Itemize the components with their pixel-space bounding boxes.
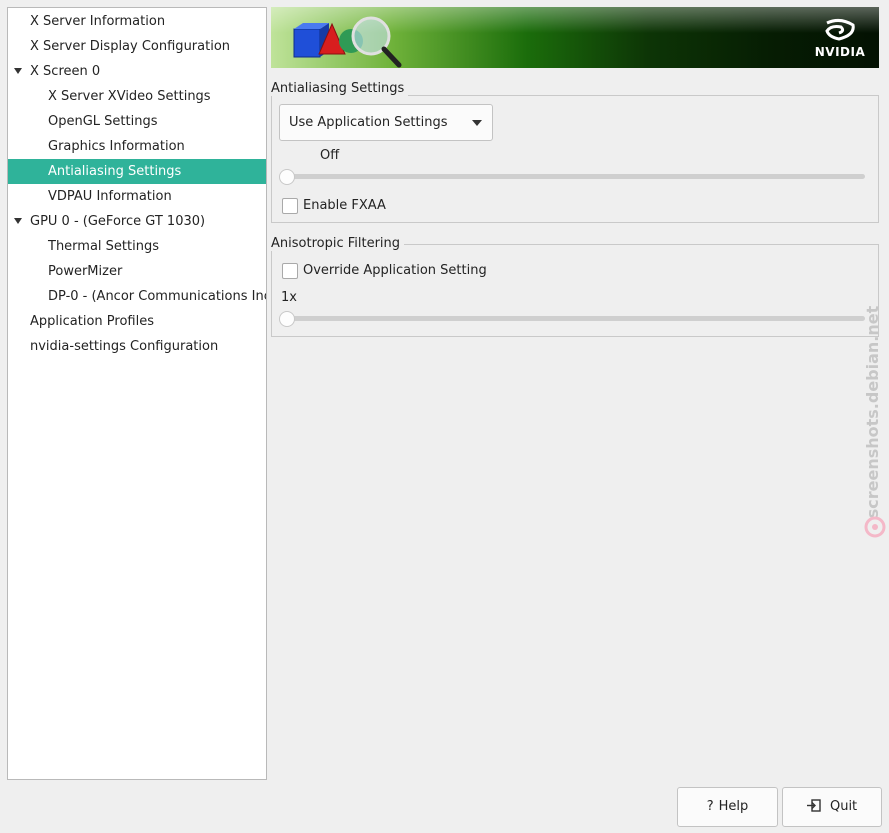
antialiasing-banner-icon (293, 16, 402, 68)
sidebar-item-nvidia-settings-configuration[interactable]: nvidia-settings Configuration (8, 334, 266, 359)
nvidia-wordmark: NVIDIA (814, 45, 866, 59)
antialiasing-slider-value: Off (320, 148, 340, 163)
sidebar-item-label: OpenGL Settings (48, 114, 158, 129)
sidebar-item-label: DP-0 - (Ancor Communications Inc ASUS VS… (48, 289, 266, 304)
sidebar-item-opengl-settings[interactable]: OpenGL Settings (8, 109, 266, 134)
help-button[interactable]: ? Help (677, 787, 778, 827)
debian-swirl-icon (864, 516, 886, 538)
antialiasing-mode-value: Use Application Settings (289, 115, 448, 130)
help-button-label: Help (718, 799, 749, 814)
expander-down-icon[interactable] (14, 218, 22, 224)
antialiasing-slider[interactable] (287, 174, 865, 179)
anisotropic-slider-handle[interactable] (279, 311, 295, 327)
anisotropic-frame (271, 244, 879, 337)
sidebar-item-x-server-display-configuration[interactable]: X Server Display Configuration (8, 34, 266, 59)
help-icon: ? (706, 799, 714, 814)
sidebar-item-label: X Server Display Configuration (30, 39, 231, 54)
sidebar-item-label: VDPAU Information (48, 189, 172, 204)
enable-fxaa-checkbox[interactable] (282, 198, 298, 214)
expander-down-icon[interactable] (14, 68, 22, 74)
screenshots-watermark: screenshots.debian.net (862, 300, 888, 540)
anisotropic-slider[interactable] (287, 316, 865, 321)
antialiasing-mode-combo[interactable]: Use Application Settings (279, 104, 493, 141)
quit-icon (806, 799, 825, 814)
watermark-text: screenshots.debian.net (863, 305, 882, 519)
sidebar-item-vdpau-information[interactable]: VDPAU Information (8, 184, 266, 209)
override-application-setting-label[interactable]: Override Application Setting (303, 263, 487, 278)
sidebar-item-label: X Server XVideo Settings (48, 89, 211, 104)
sidebar-item-label: nvidia-settings Configuration (30, 339, 219, 354)
sidebar-item-label: GPU 0 - (GeForce GT 1030) (30, 214, 206, 229)
dropdown-arrow-icon (472, 120, 482, 126)
nvidia-logo: NVIDIA (815, 17, 865, 61)
antialiasing-section-title: Antialiasing Settings (271, 81, 409, 96)
sidebar-item-label: X Screen 0 (30, 64, 101, 79)
quit-button[interactable]: Quit (782, 787, 882, 827)
sidebar-item-application-profiles[interactable]: Application Profiles (8, 309, 266, 334)
override-application-setting-checkbox[interactable] (282, 263, 298, 279)
sidebar-item-dp-0[interactable]: DP-0 - (Ancor Communications Inc ASUS VS… (8, 284, 266, 309)
nvidia-banner: NVIDIA (271, 7, 879, 68)
sidebar-item-label: PowerMizer (48, 264, 123, 279)
anisotropic-section-title: Anisotropic Filtering (271, 236, 405, 251)
enable-fxaa-label[interactable]: Enable FXAA (303, 198, 386, 213)
sidebar-item-label: Application Profiles (30, 314, 154, 329)
sidebar-item-antialiasing-settings[interactable]: Antialiasing Settings (8, 159, 266, 184)
sidebar-item-label: Antialiasing Settings (48, 164, 182, 179)
sidebar-tree: X Server Information X Server Display Co… (7, 7, 267, 780)
sidebar-item-thermal-settings[interactable]: Thermal Settings (8, 234, 266, 259)
sidebar-item-gpu-0[interactable]: GPU 0 - (GeForce GT 1030) (8, 209, 266, 234)
anisotropic-slider-value: 1x (281, 290, 297, 305)
sidebar-item-xvideo-settings[interactable]: X Server XVideo Settings (8, 84, 266, 109)
sidebar-item-powermizer[interactable]: PowerMizer (8, 259, 266, 284)
sidebar-item-label: X Server Information (30, 14, 166, 29)
sidebar-item-label: Thermal Settings (48, 239, 159, 254)
sidebar-item-label: Graphics Information (48, 139, 185, 154)
sidebar-item-x-screen-0[interactable]: X Screen 0 (8, 59, 266, 84)
sidebar-item-x-server-information[interactable]: X Server Information (8, 9, 266, 34)
antialiasing-slider-handle[interactable] (279, 169, 295, 185)
sidebar-item-graphics-information[interactable]: Graphics Information (8, 134, 266, 159)
quit-button-label: Quit (829, 799, 858, 814)
